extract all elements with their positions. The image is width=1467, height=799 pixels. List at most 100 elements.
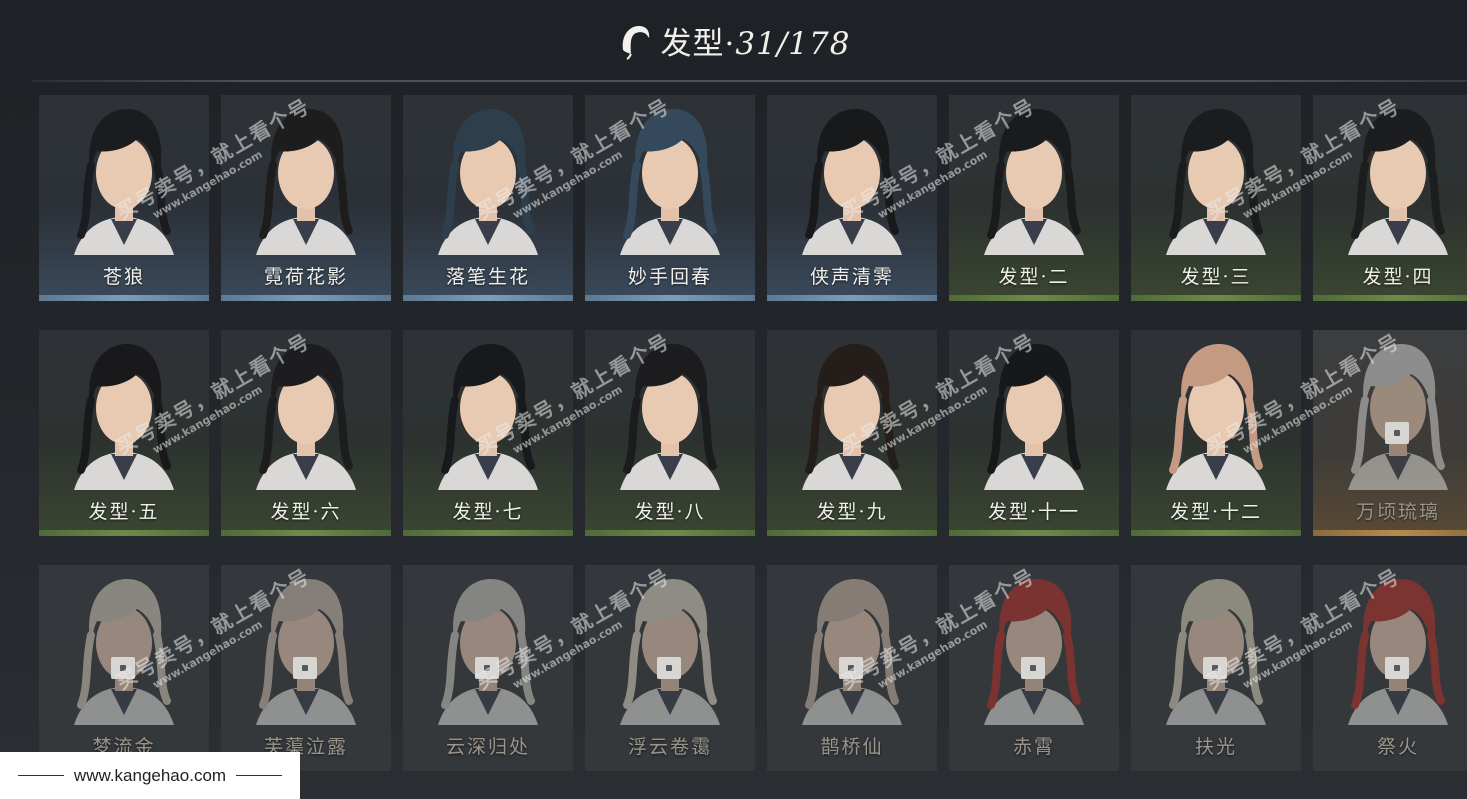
rarity-strip	[585, 765, 755, 771]
hairstyle-name: 发型·二	[998, 266, 1070, 288]
hairstyle-card[interactable]: 浮云卷霭	[585, 565, 755, 771]
rarity-strip	[1313, 295, 1467, 301]
hairstyle-card[interactable]: 发型·二	[949, 95, 1119, 301]
rarity-strip	[1313, 530, 1467, 536]
hairstyle-card[interactable]: 梦流金	[39, 565, 209, 771]
hairstyle-name: 落笔生花	[445, 266, 530, 288]
rarity-strip	[767, 530, 937, 536]
lock-icon	[111, 657, 135, 679]
lock-icon	[1385, 422, 1409, 444]
hairstyle-name: 发型·五	[88, 501, 160, 523]
hairstyle-card[interactable]: 侠声清霁	[767, 95, 937, 301]
lock-icon	[839, 657, 863, 679]
header-divider	[32, 80, 1467, 82]
hair-icon	[622, 26, 649, 60]
hairstyle-card[interactable]: 落笔生花	[403, 95, 573, 301]
rarity-strip	[1131, 765, 1301, 771]
character-portrait	[438, 344, 538, 490]
hairstyle-card[interactable]: 万顷琉璃	[1313, 330, 1467, 536]
rarity-strip	[403, 765, 573, 771]
character-portrait	[74, 579, 174, 725]
hairstyle-name: 发型·七	[452, 501, 524, 523]
lock-icon	[475, 657, 499, 679]
hairstyle-card[interactable]: 发型·四	[1313, 95, 1467, 301]
hairstyle-name: 发型·四	[1362, 266, 1434, 288]
hairstyle-card[interactable]: 妙手回春	[585, 95, 755, 301]
character-portrait	[802, 579, 902, 725]
character-portrait	[1166, 579, 1266, 725]
rarity-strip	[221, 530, 391, 536]
hairstyle-name: 云深归处	[445, 736, 530, 758]
rarity-strip	[1131, 530, 1301, 536]
rarity-strip	[221, 295, 391, 301]
hairstyle-card[interactable]: 发型·三	[1131, 95, 1301, 301]
rarity-strip	[403, 295, 573, 301]
hairstyle-card[interactable]: 苍狼	[39, 95, 209, 301]
hairstyle-name: 霓荷花影	[263, 266, 348, 288]
hairstyle-card[interactable]: 发型·六	[221, 330, 391, 536]
character-portrait	[1166, 109, 1266, 255]
hairstyle-card[interactable]: 云深归处	[403, 565, 573, 771]
character-portrait	[620, 344, 720, 490]
character-portrait	[984, 579, 1084, 725]
hairstyle-grid: 苍狼 霓荷花影 落笔生花 妙手回春 侠声清霁 发型·二 发型·三 发型·四发型·五 发型·六 发型…	[39, 95, 1467, 771]
hairstyle-card[interactable]: 祭火	[1313, 565, 1467, 771]
page-title: 发型·31/178	[660, 25, 851, 62]
character-portrait	[74, 344, 174, 490]
page-header: 发型·31/178	[0, 0, 1467, 80]
footer-url[interactable]: www.kangehao.com	[74, 766, 226, 786]
rarity-strip	[767, 765, 937, 771]
hairstyle-name: 侠声清霁	[809, 266, 894, 288]
character-portrait	[984, 109, 1084, 255]
character-portrait	[74, 109, 174, 255]
hairstyle-name: 妙手回春	[627, 266, 712, 288]
character-portrait	[1348, 344, 1448, 490]
rarity-strip	[403, 530, 573, 536]
hairstyle-card[interactable]: 霓荷花影	[221, 95, 391, 301]
character-portrait	[620, 579, 720, 725]
lock-icon	[1203, 657, 1227, 679]
hairstyle-card[interactable]: 鹊桥仙	[767, 565, 937, 771]
character-portrait	[438, 109, 538, 255]
rarity-strip	[767, 295, 937, 301]
hairstyle-name: 祭火	[1376, 736, 1419, 758]
lock-icon	[1385, 657, 1409, 679]
hairstyle-card[interactable]: 发型·十二	[1131, 330, 1301, 536]
footer-right-line	[236, 775, 283, 776]
character-portrait	[256, 109, 356, 255]
hairstyle-card[interactable]: 发型·十一	[949, 330, 1119, 536]
hairstyle-name: 赤霄	[1012, 736, 1055, 758]
character-portrait	[802, 344, 902, 490]
hairstyle-card[interactable]: 芙蕖泣露	[221, 565, 391, 771]
character-portrait	[256, 579, 356, 725]
hairstyle-name: 发型·十二	[1169, 501, 1263, 523]
hairstyle-name: 发型·九	[816, 501, 888, 523]
character-portrait	[1348, 579, 1448, 725]
character-portrait	[1166, 344, 1266, 490]
lock-icon	[1021, 657, 1045, 679]
character-portrait	[256, 344, 356, 490]
hairstyle-name: 发型·十一	[987, 501, 1081, 523]
footer-left-line	[17, 775, 64, 776]
rarity-strip	[39, 530, 209, 536]
hairstyle-card[interactable]: 发型·五	[39, 330, 209, 536]
hairstyle-name: 发型·八	[634, 501, 706, 523]
character-portrait	[802, 109, 902, 255]
rarity-strip	[1313, 765, 1467, 771]
hairstyle-name: 发型·六	[270, 501, 342, 523]
character-portrait	[620, 109, 720, 255]
character-portrait	[438, 579, 538, 725]
rarity-strip	[949, 295, 1119, 301]
rarity-strip	[585, 295, 755, 301]
collection-count: 31/178	[735, 25, 851, 62]
rarity-strip	[949, 530, 1119, 536]
hairstyle-name: 浮云卷霭	[627, 736, 712, 758]
hairstyle-card[interactable]: 发型·七	[403, 330, 573, 536]
hairstyle-card[interactable]: 扶光	[1131, 565, 1301, 771]
hairstyle-card[interactable]: 发型·九	[767, 330, 937, 536]
rarity-strip	[1131, 295, 1301, 301]
hairstyle-card[interactable]: 发型·八	[585, 330, 755, 536]
rarity-strip	[39, 295, 209, 301]
hairstyle-card[interactable]: 赤霄	[949, 565, 1119, 771]
character-portrait	[984, 344, 1084, 490]
